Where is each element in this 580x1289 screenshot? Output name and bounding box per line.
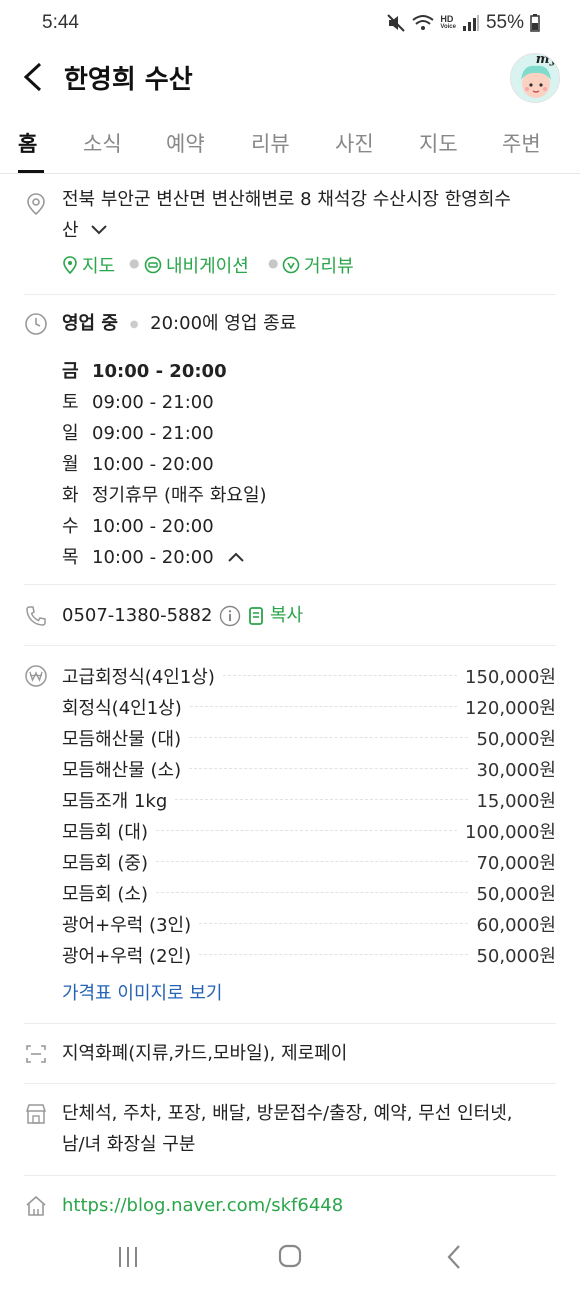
chevron-down-icon [91, 225, 108, 235]
tab-reservation[interactable]: 예약 [166, 128, 205, 158]
app-header: 한영희 수산 my [0, 50, 580, 103]
battery-icon [530, 14, 540, 32]
signal-icon [462, 15, 479, 31]
menu-item: 모듬해산물 (소) 30,000원 [62, 759, 556, 781]
closing-time: 20:00에 영업 종료 [150, 313, 297, 334]
address-line-1: 전북 부안군 변산면 변산해변로 8 채석강 수산시장 한영희수 [62, 189, 511, 210]
phone-number[interactable]: 0507-1380-5882 [62, 600, 212, 631]
divider [24, 294, 556, 295]
avatar[interactable]: my [510, 53, 560, 103]
divider [24, 584, 556, 585]
tab-reviews[interactable]: 리뷰 [251, 128, 290, 158]
divider [24, 645, 556, 646]
active-tab-indicator [18, 170, 44, 173]
menu-item: 모듬회 (대) 100,000원 [62, 821, 556, 843]
system-nav-bar [0, 1230, 580, 1289]
hours-row-today: 금 10:00 - 20:00 [62, 361, 227, 382]
menu-item: 모듬회 (중) 70,000원 [62, 852, 556, 874]
hours-row: 수 10:00 - 20:00 [62, 516, 214, 537]
divider [24, 1175, 556, 1176]
menu-item: 광어+우럭 (2인) 50,000원 [62, 945, 556, 967]
hours-row[interactable]: 목 10:00 - 20:00 [62, 543, 245, 569]
tab-home[interactable]: 홈 [18, 128, 37, 158]
back-button[interactable] [20, 60, 50, 94]
payment-methods: 지역화폐(지류,카드,모바일), 제로페이 [62, 1043, 348, 1064]
recent-apps-icon [119, 1247, 137, 1267]
copy-icon [249, 606, 263, 625]
tab-bar: 홈 소식 예약 리뷰 사진 지도 주변 [0, 112, 580, 174]
clock-icon [25, 313, 47, 335]
menu-item: 고급회정식(4인1상) 150,000원 [62, 666, 556, 688]
hours-row: 화 정기휴무 (매주 화요일) [62, 485, 267, 506]
menu-item: 모듬해산물 (대) 50,000원 [62, 728, 556, 750]
status-time: 5:44 [42, 12, 79, 33]
chevron-left-icon [23, 62, 42, 92]
menu-item: 모듬회 (소) 50,000원 [62, 883, 556, 905]
battery-percent: 55% [485, 12, 524, 33]
copy-phone-button[interactable]: 복사 [248, 600, 303, 631]
tab-photos[interactable]: 사진 [335, 128, 374, 158]
home-circle-icon [278, 1244, 302, 1268]
tab-nearby[interactable]: 주변 [502, 128, 541, 158]
menu-item: 모듬조개 1kg 15,000원 [62, 790, 556, 812]
won-icon [25, 665, 47, 687]
price-image-link[interactable]: 가격표 이미지로 보기 [62, 978, 222, 1009]
website-link[interactable]: https://blog.naver.com/skf6448 [62, 1190, 343, 1221]
menu-item: 광어+우럭 (3인) 60,000원 [62, 914, 556, 936]
open-status: 영업 중 [62, 313, 118, 334]
wifi-icon [412, 15, 435, 30]
streetview-link[interactable]: 거리뷰 [282, 252, 354, 278]
store-icon [25, 1104, 47, 1124]
hours-row: 토 09:00 - 21:00 [62, 392, 214, 413]
status-bar: 5:44 HD Voice 55% [0, 0, 580, 50]
menu-item: 회정식(4인1상) 120,000원 [62, 697, 556, 719]
divider [24, 1023, 556, 1024]
mute-icon [387, 14, 406, 32]
hours-row: 월 10:00 - 20:00 [62, 454, 214, 475]
facilities-line-2: 남/녀 화장실 구분 [62, 1134, 196, 1155]
tab-map[interactable]: 지도 [419, 128, 458, 158]
facilities-line-1: 단체석, 주차, 포장, 배달, 방문접수/출장, 예약, 무선 인터넷, [62, 1103, 513, 1124]
address-line-2[interactable]: 산 [62, 215, 108, 246]
phone-icon [26, 606, 46, 626]
scan-pay-icon [26, 1045, 46, 1063]
system-back-button[interactable] [434, 1242, 474, 1272]
hd-voice-icon: HD Voice [440, 14, 456, 31]
map-pin-icon [63, 256, 77, 274]
avatar-badge: my [535, 53, 557, 67]
recent-apps-button[interactable] [108, 1242, 148, 1272]
navigation-link[interactable]: 내비게이션 [144, 252, 249, 278]
location-pin-icon [27, 193, 45, 216]
tab-news[interactable]: 소식 [83, 128, 122, 158]
home-button[interactable] [270, 1242, 310, 1272]
hours-row: 일 09:00 - 21:00 [62, 423, 214, 444]
info-icon[interactable] [219, 605, 241, 627]
home-icon [26, 1195, 46, 1216]
chevron-up-icon[interactable] [227, 551, 245, 563]
map-link[interactable]: 지도 [62, 252, 115, 278]
car-icon [144, 256, 162, 274]
chevron-left-icon [447, 1245, 460, 1269]
streetview-icon [282, 256, 300, 274]
divider [24, 1083, 556, 1084]
page-title: 한영희 수산 [64, 65, 193, 95]
